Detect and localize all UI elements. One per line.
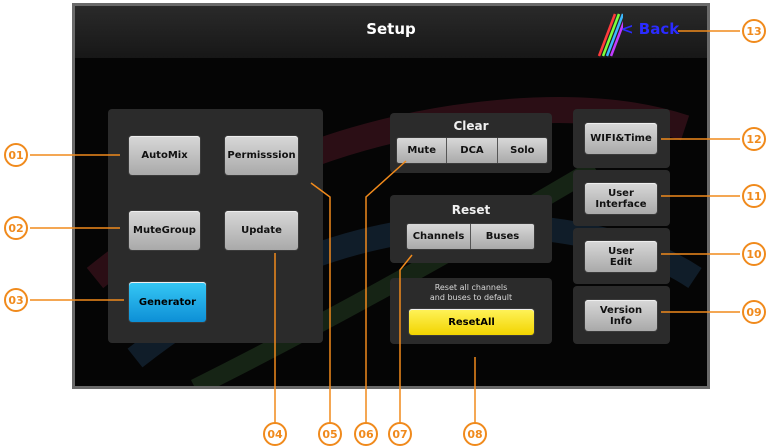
callout-03: 03 [4, 288, 28, 312]
user-edit-panel: User Edit [573, 228, 670, 284]
callout-11: 11 [742, 184, 766, 208]
rainbow-logo [597, 13, 623, 57]
reset-all-button[interactable]: ResetAll [409, 309, 534, 335]
callout-04: 04 [263, 422, 287, 446]
clear-title: Clear [453, 119, 489, 133]
user-interface-label-1: User [608, 187, 634, 199]
clear-dca-button[interactable]: DCA [446, 138, 497, 163]
user-edit-label-1: User [608, 245, 634, 257]
user-edit-label-2: Edit [609, 256, 633, 268]
reset-title: Reset [451, 203, 491, 217]
callout-05: 05 [318, 422, 342, 446]
automix-label: AutoMix [141, 150, 188, 161]
callout-09: 09 [742, 300, 766, 324]
callout-06: 06 [354, 422, 378, 446]
user-interface-label-2: Interface [595, 198, 647, 210]
automix-button[interactable]: AutoMix [129, 136, 200, 175]
user-interface-button[interactable]: User Interface [585, 183, 657, 214]
back-button[interactable]: < Back [621, 20, 679, 38]
version-label-1: Version [599, 304, 643, 316]
back-label: < Back [621, 20, 680, 38]
callout-13: 13 [742, 19, 766, 43]
reset-segment: Channels Buses [407, 224, 534, 249]
mutegroup-label: MuteGroup [133, 225, 196, 236]
setup-screen: Setup < Back AutoMix Permisssion MuteGro… [72, 3, 710, 389]
callout-07: 07 [388, 422, 412, 446]
title-bar: Setup < Back [75, 6, 707, 58]
reset-buses-button[interactable]: Buses [470, 224, 534, 249]
wifi-time-button[interactable]: WIFI&Time [585, 123, 657, 154]
clear-mute-button[interactable]: Mute [397, 138, 447, 163]
user-interface-panel: User Interface [573, 170, 670, 226]
clear-segment: Mute DCA Solo [397, 138, 547, 163]
callout-10: 10 [742, 242, 766, 266]
permission-label: Permisssion [227, 150, 296, 161]
reset-all-note-2: and buses to default [429, 293, 513, 302]
clear-panel: Clear Mute DCA Solo [390, 113, 552, 173]
version-info-button[interactable]: Version Info [585, 300, 657, 331]
callout-01: 01 [4, 143, 28, 167]
reset-all-panel: Reset all channels and buses to default … [390, 278, 552, 344]
clear-solo-button[interactable]: Solo [496, 138, 547, 163]
update-label: Update [241, 225, 282, 236]
reset-channels-button[interactable]: Channels [407, 224, 470, 249]
user-edit-button[interactable]: User Edit [585, 241, 657, 272]
reset-all-label: ResetAll [448, 316, 495, 328]
permission-button[interactable]: Permisssion [225, 136, 298, 175]
main-functions-panel: AutoMix Permisssion MuteGroup Update Gen… [108, 109, 323, 343]
version-panel: Version Info [573, 286, 670, 344]
version-label-2: Info [609, 315, 633, 327]
reset-all-note-1: Reset all channels [434, 283, 508, 292]
wifi-panel: WIFI&Time [573, 109, 670, 168]
update-button[interactable]: Update [225, 211, 298, 250]
mutegroup-button[interactable]: MuteGroup [129, 211, 200, 250]
callout-02: 02 [4, 216, 28, 240]
generator-label: Generator [138, 296, 197, 308]
wifi-time-label: WIFI&Time [590, 133, 652, 144]
callout-12: 12 [742, 127, 766, 151]
reset-panel: Reset Channels Buses [390, 195, 552, 263]
generator-button[interactable]: Generator [129, 282, 206, 322]
callout-08: 08 [463, 422, 487, 446]
